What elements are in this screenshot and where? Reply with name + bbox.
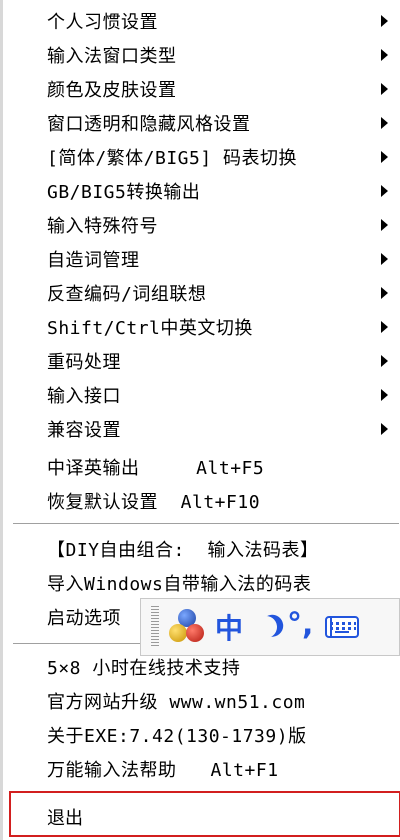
submenu-arrow-icon — [381, 321, 388, 333]
menu-item-duplicate-code[interactable]: 重码处理 — [13, 344, 397, 378]
submenu-arrow-icon — [381, 117, 388, 129]
menu-item-label: 输入特殊符号 — [47, 216, 158, 237]
submenu-arrow-icon — [381, 389, 388, 401]
menu-item-shift-ctrl-switch[interactable]: Shift/Ctrl中英文切换 — [13, 310, 397, 344]
submenu-arrow-icon — [381, 185, 388, 197]
menu-item-help[interactable]: 万能输入法帮助 Alt+F1 — [13, 752, 397, 786]
menu-item-label: 【DIY自由组合: 输入法码表】 — [47, 540, 319, 561]
menu-item-label: [简体/繁体/BIG5] 码表切换 — [47, 148, 298, 169]
submenu-arrow-icon — [381, 355, 388, 367]
menu-item-label: 个人习惯设置 — [47, 12, 158, 33]
menu-item-compatibility[interactable]: 兼容设置 — [13, 412, 397, 446]
menu-item-label: 关于EXE:7.42(130-1739)版 — [47, 726, 307, 747]
submenu-arrow-icon — [381, 151, 388, 163]
menu-item-codetable-switch[interactable]: [简体/繁体/BIG5] 码表切换 — [13, 140, 397, 174]
submenu-arrow-icon — [381, 83, 388, 95]
menu-item-transparency[interactable]: 窗口透明和隐藏风格设置 — [13, 106, 397, 140]
menu-item-label: 官方网站升级 www.wn51.com — [47, 692, 306, 713]
context-menu: 个人习惯设置 输入法窗口类型 颜色及皮肤设置 窗口透明和隐藏风格设置 [简体/繁… — [0, 0, 400, 840]
menu-item-label: 重码处理 — [47, 352, 121, 373]
punctuation-toggle[interactable]: °, — [287, 607, 313, 642]
menu-item-input-interface[interactable]: 输入接口 — [13, 378, 397, 412]
menu-item-diy-combination[interactable]: 【DIY自由组合: 输入法码表】 — [13, 532, 397, 566]
menu-item-label: 反查编码/词组联想 — [47, 284, 207, 305]
menu-item-label: 兼容设置 — [47, 420, 121, 441]
submenu-arrow-icon — [381, 287, 388, 299]
chinese-english-toggle[interactable]: 中 — [215, 607, 243, 647]
submenu-arrow-icon — [381, 219, 388, 231]
soft-keyboard-icon[interactable] — [325, 616, 360, 638]
menu-item-label: 颜色及皮肤设置 — [47, 80, 177, 101]
menu-item-label: 恢复默认设置 Alt+F10 — [47, 492, 261, 513]
menu-item-special-symbols[interactable]: 输入特殊符号 — [13, 208, 397, 242]
menu-item-personal-habits[interactable]: 个人习惯设置 — [13, 4, 397, 38]
toolbar-grip-handle[interactable] — [151, 606, 159, 648]
menu-item-translate-output[interactable]: 中译英输出 Alt+F5 — [13, 450, 397, 484]
menu-item-label: GB/BIG5转换输出 — [47, 182, 201, 203]
submenu-arrow-icon — [381, 423, 388, 435]
menu-item-gb-big5-output[interactable]: GB/BIG5转换输出 — [13, 174, 397, 208]
menu-item-restore-defaults[interactable]: 恢复默认设置 Alt+F10 — [13, 484, 397, 518]
menu-item-website-upgrade[interactable]: 官方网站升级 www.wn51.com — [13, 684, 397, 718]
menu-item-label: 输入法窗口类型 — [47, 46, 177, 67]
ime-logo-icon[interactable] — [167, 607, 207, 647]
menu-item-custom-words[interactable]: 自造词管理 — [13, 242, 397, 276]
menu-item-color-skin[interactable]: 颜色及皮肤设置 — [13, 72, 397, 106]
submenu-arrow-icon — [381, 15, 388, 27]
menu-item-label: 输入接口 — [47, 386, 121, 407]
submenu-arrow-icon — [381, 49, 388, 61]
menu-item-label: 中译英输出 Alt+F5 — [47, 458, 265, 479]
exit-label: 退出 — [47, 808, 83, 829]
menu-item-label: 窗口透明和隐藏风格设置 — [47, 114, 251, 135]
ime-status-toolbar: 中 °, — [140, 598, 400, 656]
submenu-arrow-icon — [381, 253, 388, 265]
menu-item-import-windows-ime[interactable]: 导入Windows自带输入法的码表 — [13, 566, 397, 600]
menu-item-reverse-lookup[interactable]: 反查编码/词组联想 — [13, 276, 397, 310]
menu-item-label: 启动选项 — [47, 608, 121, 629]
half-width-moon-icon[interactable] — [251, 612, 281, 642]
menu-item-label: 5×8 小时在线技术支持 — [47, 658, 241, 679]
menu-item-window-type[interactable]: 输入法窗口类型 — [13, 38, 397, 72]
menu-separator — [13, 523, 399, 525]
menu-item-label: 自造词管理 — [47, 250, 140, 271]
menu-item-about[interactable]: 关于EXE:7.42(130-1739)版 — [13, 718, 397, 752]
menu-item-label: Shift/Ctrl中英文切换 — [47, 318, 253, 339]
menu-item-label: 导入Windows自带输入法的码表 — [47, 574, 312, 595]
menu-item-label: 万能输入法帮助 Alt+F1 — [47, 760, 279, 781]
